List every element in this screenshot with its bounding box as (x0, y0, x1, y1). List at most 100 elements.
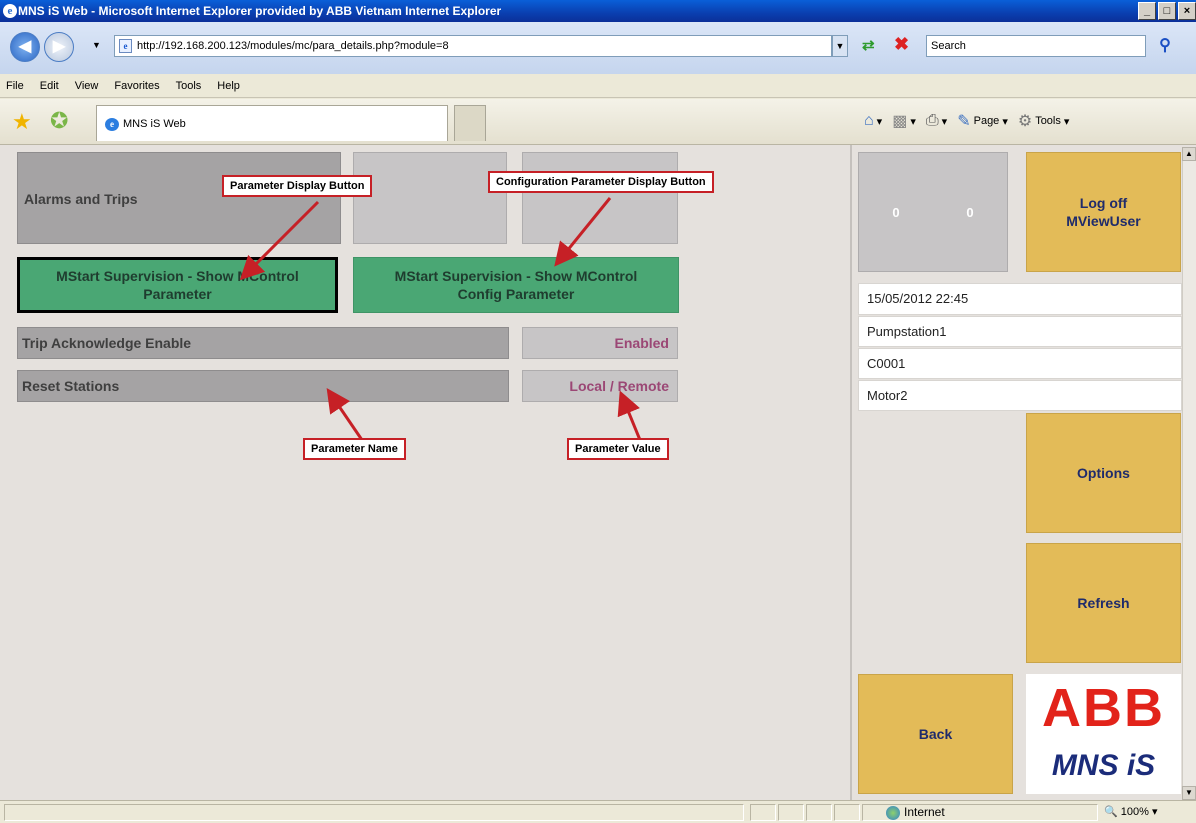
page-menu-label: Page (973, 115, 1000, 127)
callout-parameter-value: Parameter Value (567, 438, 669, 460)
refresh-page-icon[interactable]: ⇄ (862, 36, 875, 54)
status-cell (806, 804, 832, 821)
page-menu-button[interactable]: ✎ Page ▾ (957, 111, 1008, 131)
status-message (4, 804, 744, 821)
page-title: Alarms and Trips (24, 191, 138, 207)
abb-logo-text: ABB (1042, 678, 1165, 738)
code-field: C0001 (858, 348, 1182, 379)
callout-parameter-name: Parameter Name (303, 438, 406, 460)
ie-logo-icon: e (3, 4, 17, 18)
history-dropdown-icon[interactable]: ▼ (92, 40, 101, 50)
close-button[interactable]: × (1178, 2, 1196, 20)
back-button[interactable]: ◀ (10, 32, 40, 62)
home-button[interactable]: ⌂ ▾ (864, 112, 882, 130)
parameter-value-trip-ack: Enabled (522, 327, 678, 359)
menu-help[interactable]: Help (217, 80, 240, 92)
tools-menu-button[interactable]: ⚙ Tools ▾ (1018, 111, 1070, 131)
zoom-level: 100% (1120, 806, 1149, 818)
show-parameter-label: MStart Supervision - Show MControl Param… (56, 268, 299, 302)
page-title-alarms-and-trips: Alarms and Trips (17, 152, 341, 244)
rss-icon: ▩ (892, 113, 908, 130)
home-icon: ⌂ (864, 112, 874, 129)
parameter-value-reset-stations: Local / Remote (522, 370, 678, 402)
options-button[interactable]: Options (1026, 413, 1181, 533)
blank-header-box-2 (522, 152, 678, 244)
forward-button[interactable]: ▶ (44, 32, 74, 62)
show-config-parameter-label: MStart Supervision - Show MControl Confi… (394, 268, 638, 302)
logoff-button[interactable]: Log off MViewUser (1026, 152, 1181, 272)
parameter-name: Reset Stations (22, 378, 120, 394)
tab-title: MNS iS Web (123, 118, 186, 130)
globe-icon (886, 805, 900, 820)
search-input[interactable]: Search (926, 35, 1146, 57)
print-dropdown-icon: ▾ (941, 115, 948, 128)
minimize-button[interactable]: _ (1138, 2, 1156, 20)
address-dropdown-icon[interactable]: ▼ (832, 35, 848, 57)
menu-file[interactable]: File (6, 80, 24, 92)
zoom-icon: 🔍 (1104, 806, 1118, 818)
counter-left: 0 (892, 204, 900, 220)
tools-dropdown-icon: ▾ (1063, 115, 1070, 128)
scroll-up-icon[interactable]: ▲ (1182, 147, 1196, 161)
address-input[interactable]: e http://192.168.200.123/modules/mc/para… (114, 35, 832, 57)
feeds-dropdown-icon: ▾ (910, 115, 916, 128)
window-title: MNS iS Web - Microsoft Internet Explorer… (18, 4, 502, 18)
menu-view[interactable]: View (75, 80, 99, 92)
new-tab-button[interactable] (454, 105, 486, 141)
zoom-control[interactable]: 🔍 100% ▾ (1104, 804, 1158, 821)
menu-bar: File Edit View Favorites Tools Help (0, 74, 1196, 98)
feeds-button[interactable]: ▩ ▾ (892, 111, 916, 131)
favorites-star-icon[interactable]: ★ (12, 109, 32, 135)
window-controls: _ □ × (1138, 2, 1196, 20)
datetime-field: 15/05/2012 22:45 (858, 283, 1182, 315)
add-favorite-icon[interactable]: ✪ (50, 108, 68, 134)
parameter-row-reset-stations: Reset Stations (17, 370, 509, 402)
tab-bar: ★ ✪ e MNS iS Web ⌂ ▾ ▩ ▾ ⎙ ▾ ✎ Page ▾ ⚙ Tools ▾ (0, 99, 1196, 145)
page-icon: e (119, 39, 132, 53)
tools-menu-label: Tools (1035, 115, 1061, 127)
vertical-scrollbar[interactable] (1182, 147, 1196, 800)
menu-tools[interactable]: Tools (176, 80, 202, 92)
panel-divider (850, 145, 852, 800)
back-button-app[interactable]: Back (858, 674, 1013, 794)
zone-label: Internet (904, 805, 945, 819)
address-url: http://192.168.200.123/modules/mc/para_d… (137, 40, 449, 52)
callout-config-parameter-display-button: Configuration Parameter Display Button (488, 171, 714, 193)
status-cell (750, 804, 776, 821)
motor-field: Motor2 (858, 380, 1182, 411)
menu-favorites[interactable]: Favorites (114, 80, 159, 92)
blank-header-box-1 (353, 152, 507, 244)
refresh-button[interactable]: Refresh (1026, 543, 1181, 663)
menu-edit[interactable]: Edit (40, 80, 59, 92)
gear-icon: ⚙ (1017, 113, 1033, 130)
address-toolbar: ◀ ▶ ▼ e http://192.168.200.123/modules/m… (0, 22, 1196, 74)
counter-right: 0 (966, 204, 974, 220)
counter-box: 0 0 (858, 152, 1008, 272)
search-icon[interactable]: ⚲ (1150, 34, 1180, 58)
parameter-name: Trip Acknowledge Enable (22, 335, 192, 351)
tab-mns-is-web[interactable]: e MNS iS Web (96, 105, 448, 141)
maximize-button[interactable]: □ (1158, 2, 1176, 20)
home-dropdown-icon: ▾ (876, 115, 883, 128)
print-button[interactable]: ⎙ ▾ (926, 112, 947, 130)
zoom-dropdown-icon: ▾ (1151, 806, 1158, 818)
printer-icon: ⎙ (925, 112, 939, 129)
page-icon: ✎ (957, 113, 971, 130)
status-cell (778, 804, 804, 821)
show-parameter-button[interactable]: MStart Supervision - Show MControl Param… (17, 257, 338, 313)
security-zone[interactable]: Internet (886, 804, 945, 821)
mns-is-logo-text: MNS iS (1051, 749, 1156, 782)
show-config-parameter-button[interactable]: MStart Supervision - Show MControl Confi… (353, 257, 679, 313)
stop-icon[interactable]: ✖ (894, 34, 909, 55)
parameter-row-trip-ack: Trip Acknowledge Enable (17, 327, 509, 359)
logoff-label: Log off MViewUser (1066, 195, 1141, 229)
callout-parameter-display-button: Parameter Display Button (222, 175, 373, 197)
abb-mns-is-logo: ABB MNS iS (1026, 674, 1181, 794)
status-bar: Internet 🔍 100% ▾ (0, 800, 1196, 823)
page-dropdown-icon: ▾ (1002, 115, 1008, 128)
scroll-down-icon[interactable]: ▼ (1182, 786, 1196, 800)
status-cell (834, 804, 860, 821)
station-field: Pumpstation1 (858, 316, 1182, 347)
ie-page-icon: e (105, 118, 119, 131)
command-bar: ⌂ ▾ ▩ ▾ ⎙ ▾ ✎ Page ▾ ⚙ Tools ▾ (864, 109, 1069, 133)
